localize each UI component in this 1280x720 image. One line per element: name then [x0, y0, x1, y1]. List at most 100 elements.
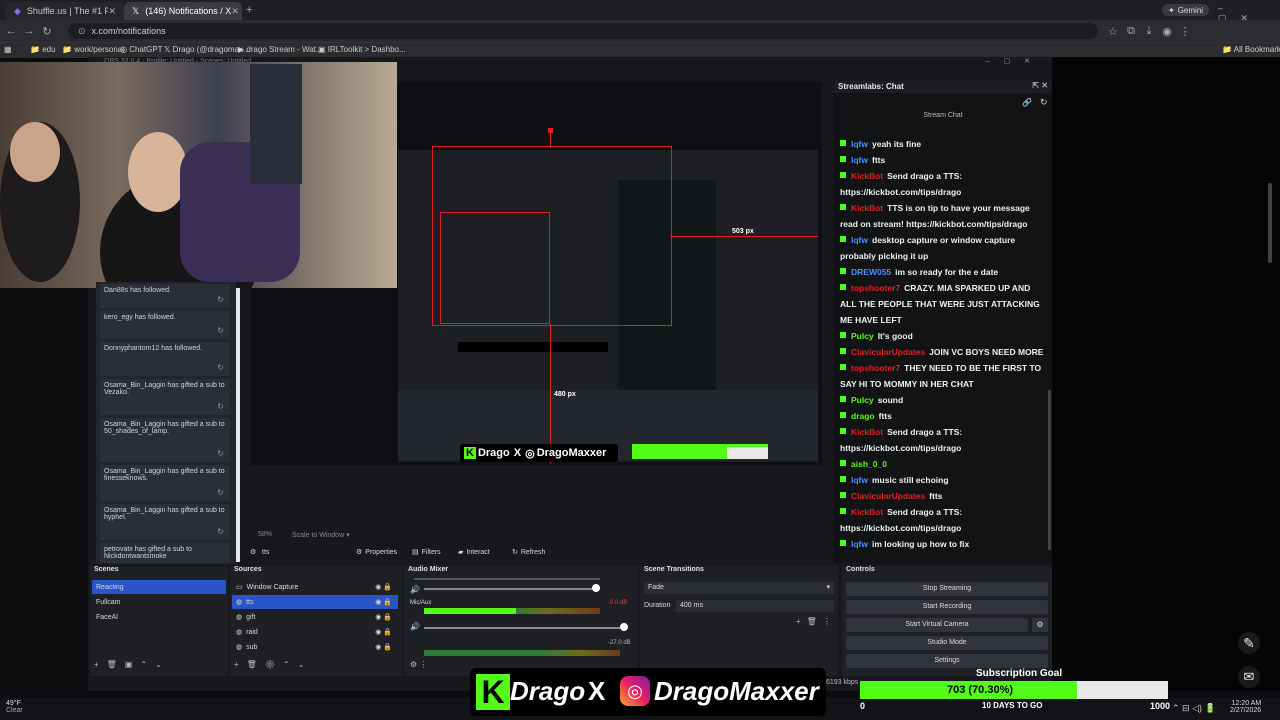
duration-input[interactable]: 400 ms	[676, 600, 834, 612]
replay-icon[interactable]: ↻	[217, 402, 224, 411]
transition-toolbar[interactable]: +🗑⋮	[796, 617, 837, 626]
eye-lock-icon[interactable]: ◉ 🔒	[375, 628, 392, 636]
replay-icon[interactable]: ↻	[217, 488, 224, 497]
chat-username[interactable]: drago	[851, 411, 875, 421]
scene-item[interactable]: FaceAl	[92, 610, 226, 624]
chat-username[interactable]: Pulcy	[851, 331, 874, 341]
chat-scrollbar[interactable]	[1048, 390, 1051, 550]
bookmark-drago-x[interactable]: 𝕏 Drago (@dragomax...	[164, 45, 250, 54]
chat-username[interactable]: lqfw	[851, 475, 868, 485]
replay-icon[interactable]: ↻	[217, 363, 224, 372]
scale-select[interactable]: Scale to Window ▾	[292, 531, 350, 539]
close-icon[interactable]: ✕	[108, 6, 116, 17]
settings-button[interactable]: Settings	[846, 654, 1048, 668]
source-item[interactable]: ◍ gift ◉ 🔒	[232, 610, 398, 624]
bookmark-chatgpt[interactable]: ◎ ChatGPT	[120, 45, 163, 54]
stop-streaming-button[interactable]: Stop Streaming	[846, 582, 1048, 596]
chat-username[interactable]: lqfw	[851, 155, 868, 165]
forward-icon[interactable]: →	[22, 25, 36, 37]
replay-icon[interactable]: ↻	[217, 295, 224, 304]
back-icon[interactable]: ←	[4, 25, 18, 37]
scrollbar[interactable]	[1268, 183, 1272, 263]
chat-username[interactable]: lqfw	[851, 139, 868, 149]
filters-button[interactable]: ▤ Filters	[412, 545, 441, 559]
chat-text: im looking up how to fix	[872, 539, 970, 549]
eye-lock-icon[interactable]: ◉ 🔒	[375, 583, 392, 591]
chat-username[interactable]: topshooter7	[851, 363, 900, 373]
apps-icon[interactable]: ▦	[4, 45, 12, 54]
obs-window-controls[interactable]: –▢✕	[986, 57, 1044, 65]
eye-lock-icon[interactable]: ◉ 🔒	[375, 598, 392, 606]
rotate-handle[interactable]	[548, 128, 553, 133]
chat-username[interactable]: KickBot	[851, 427, 883, 437]
edit-icon[interactable]: ✎	[1238, 632, 1260, 654]
source-item[interactable]: ◍ sub ◉ 🔒	[232, 640, 398, 654]
profile-icon[interactable]: ◉	[1160, 25, 1174, 38]
eye-lock-icon[interactable]: ◉ 🔒	[375, 613, 392, 621]
mic-knob[interactable]	[620, 623, 628, 631]
chat-username[interactable]: lqfw	[851, 539, 868, 549]
chat-username[interactable]: ClavicularUpdates	[851, 491, 925, 501]
weather-widget[interactable]: 49°F Clear	[6, 700, 23, 714]
menu-icon[interactable]: ⋮	[1178, 25, 1192, 38]
scenes-toolbar[interactable]: +🗑▣⌃⌄	[94, 660, 170, 669]
extensions-icon[interactable]: ⧉	[1124, 25, 1138, 38]
chat-username[interactable]: ClavicularUpdates	[851, 347, 925, 357]
chat-close-icon[interactable]: ⇱ ✕	[1032, 81, 1048, 90]
chat-username[interactable]: DREW055	[851, 267, 891, 277]
gemini-button[interactable]: ✦ Gemini	[1162, 4, 1210, 16]
mixer-toolbar[interactable]: ⚙ ⋮	[410, 660, 427, 669]
star-icon[interactable]: ☆	[1106, 25, 1120, 38]
volume-slider[interactable]	[424, 588, 600, 590]
link-icon[interactable]: 🔗	[1022, 98, 1032, 107]
replay-icon[interactable]: ↻	[217, 527, 224, 536]
chat-username[interactable]: lqfw	[851, 235, 868, 245]
source-item[interactable]: ◍ raid ◉ 🔒	[232, 625, 398, 639]
all-bookmarks[interactable]: 📁 All Bookmarks	[1222, 45, 1280, 54]
bookmark-edu[interactable]: 📁 edu	[30, 45, 56, 54]
sources-toolbar[interactable]: +🗑⚙⌃⌄	[234, 660, 312, 669]
tray-icons[interactable]: ⌃ ⊟ ◁) 🔋	[1172, 703, 1216, 714]
url-input[interactable]: ⊙ x.com/notifications	[68, 23, 1098, 39]
mail-icon[interactable]: ✉	[1238, 666, 1260, 688]
mic-slider[interactable]	[424, 627, 620, 629]
replay-icon[interactable]: ↻	[217, 449, 224, 458]
chat-username[interactable]: KickBot	[851, 171, 883, 181]
interact-button[interactable]: ▰ Interact	[458, 545, 490, 559]
refresh-button[interactable]: ↻ Refresh	[512, 545, 545, 559]
chat-username[interactable]: topshooter7	[851, 283, 900, 293]
transition-select[interactable]: Fade ▾	[644, 582, 834, 594]
chat-username[interactable]: Pulcy	[851, 395, 874, 405]
source-item[interactable]: ▭ Window Capture ◉ 🔒	[232, 580, 398, 594]
scene-item[interactable]: Reacting	[92, 580, 226, 594]
start-virtual-camera-button[interactable]: Start Virtual Camera	[846, 618, 1028, 632]
speaker-icon[interactable]: 🔊	[410, 585, 420, 594]
replay-icon[interactable]: ↻	[217, 326, 224, 335]
gear-icon[interactable]: ⚙	[250, 545, 256, 559]
tab-notifications[interactable]: 𝕏 (146) Notifications / X ✕	[124, 2, 242, 20]
start-recording-button[interactable]: Start Recording	[846, 600, 1048, 614]
chat-username[interactable]: KickBot	[851, 507, 883, 517]
tab-shuffle[interactable]: ◆ Shuffle.us | The #1 Place to Play ✕	[6, 2, 124, 20]
clock[interactable]: 12:20 AM 2/27/2026	[1230, 700, 1261, 714]
studio-mode-button[interactable]: Studio Mode	[846, 636, 1048, 650]
bookmark-irltoolkit[interactable]: ▣ IRLToolkit > Dashbo...	[318, 45, 406, 54]
new-tab-icon[interactable]: +	[246, 4, 252, 16]
chat-refresh-icon[interactable]: ↻	[1040, 97, 1048, 108]
site-info-icon[interactable]: ⊙	[78, 26, 86, 37]
gear-icon[interactable]: ⚙	[1032, 618, 1048, 632]
scene-item[interactable]: Fullcam	[92, 595, 226, 609]
eye-lock-icon[interactable]: ◉ 🔒	[375, 643, 392, 651]
source-item[interactable]: ◍ tts ◉ 🔒	[232, 595, 398, 609]
bookmark-drago-stream[interactable]: ▶ drago Stream - Wat...	[238, 45, 323, 54]
bookmark-work[interactable]: 📁 work/personal	[62, 45, 124, 54]
close-icon[interactable]: ✕	[231, 6, 239, 17]
volume-knob[interactable]	[592, 584, 600, 592]
alerts-scrollbar[interactable]	[236, 288, 240, 562]
reload-icon[interactable]: ↻	[40, 25, 54, 38]
speaker-icon[interactable]: 🔊	[410, 622, 420, 631]
properties-button[interactable]: ⚙ Properties	[356, 545, 397, 559]
chat-username[interactable]: KickBot	[851, 203, 883, 213]
chat-username[interactable]: aish_0_0	[851, 459, 887, 469]
download-icon[interactable]: ⤓	[1142, 25, 1156, 38]
